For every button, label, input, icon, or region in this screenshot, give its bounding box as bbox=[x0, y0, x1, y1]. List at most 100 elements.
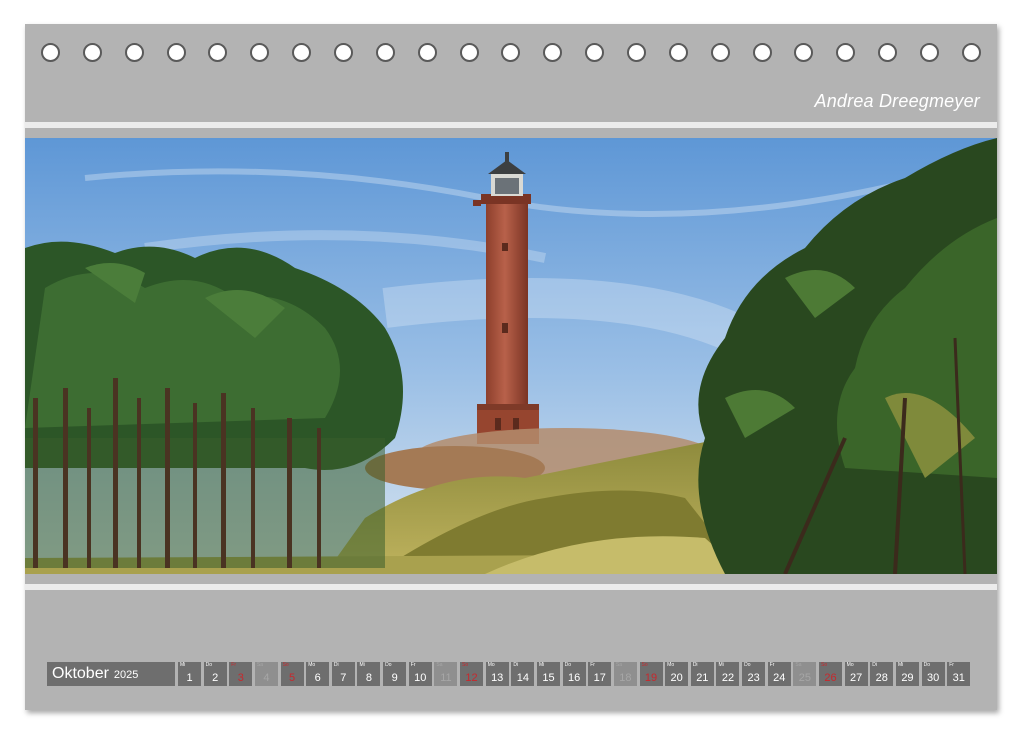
day-number: 3 bbox=[237, 672, 244, 684]
ring-hole-icon bbox=[82, 43, 102, 62]
day-weekday-abbr: Mi bbox=[359, 662, 365, 668]
day-cell: Mo 13 bbox=[485, 662, 509, 686]
day-weekday-abbr: Mi bbox=[538, 662, 545, 668]
day-weekday-abbr: Mo bbox=[308, 662, 316, 668]
day-weekday-abbr: Do bbox=[205, 662, 213, 668]
day-number: 2 bbox=[212, 672, 219, 684]
day-cell: Di 7 bbox=[331, 662, 355, 686]
day-number: 18 bbox=[619, 672, 632, 684]
calendar-page: Andrea Dreegmeyer Oktober 2025 Mi 1 Do 2… bbox=[25, 24, 997, 710]
ring-hole-icon bbox=[920, 43, 940, 62]
ring-hole-icon bbox=[836, 43, 856, 62]
day-number: 6 bbox=[314, 672, 321, 684]
spiral-binding bbox=[41, 43, 981, 63]
author-credit: Andrea Dreegmeyer bbox=[814, 91, 980, 111]
day-cell: Mi 8 bbox=[357, 662, 381, 686]
day-cell: Mi 29 bbox=[895, 662, 919, 686]
day-number: 23 bbox=[747, 672, 760, 684]
ring-hole-icon bbox=[459, 43, 479, 62]
ring-hole-icon bbox=[124, 43, 144, 62]
day-weekday-abbr: Sa bbox=[795, 662, 802, 668]
day-cell: Sa 18 bbox=[613, 662, 637, 686]
day-number: 4 bbox=[263, 672, 270, 684]
day-cell: So 5 bbox=[280, 662, 304, 686]
day-cell: Mi 22 bbox=[716, 662, 740, 686]
ring-hole-icon bbox=[292, 43, 312, 62]
day-weekday-abbr: Sa bbox=[256, 662, 264, 668]
day-number: 15 bbox=[542, 672, 555, 684]
landscape-illustration bbox=[25, 138, 997, 574]
ring-hole-icon bbox=[961, 43, 981, 62]
month-name: Oktober bbox=[52, 665, 109, 682]
day-cell: So 12 bbox=[460, 662, 484, 686]
day-weekday-abbr: Do bbox=[923, 662, 930, 668]
day-cell: Do 2 bbox=[203, 662, 227, 686]
lighthouse-photo bbox=[25, 138, 997, 574]
day-weekday-abbr: Di bbox=[513, 662, 519, 668]
day-cell: Mo 6 bbox=[306, 662, 330, 686]
day-weekday-abbr: Mi bbox=[897, 662, 904, 668]
day-cell: Fr 10 bbox=[408, 662, 432, 686]
day-weekday-abbr: Mo bbox=[667, 662, 675, 668]
day-weekday-abbr: So bbox=[641, 662, 648, 668]
day-number: 26 bbox=[824, 672, 837, 684]
ring-hole-icon bbox=[334, 43, 354, 62]
top-divider-stripe bbox=[25, 122, 997, 128]
day-weekday-abbr: Do bbox=[564, 662, 572, 668]
day-number: 16 bbox=[567, 672, 581, 684]
day-weekday-abbr: So bbox=[462, 662, 469, 668]
day-weekday-abbr: So bbox=[282, 662, 289, 668]
day-number: 21 bbox=[696, 672, 709, 684]
day-number: 13 bbox=[491, 672, 504, 684]
day-weekday-abbr: So bbox=[821, 662, 828, 668]
day-cell: Fr 3 bbox=[229, 662, 253, 686]
day-number: 19 bbox=[644, 672, 658, 684]
day-number: 7 bbox=[340, 672, 347, 684]
day-cell: Di 14 bbox=[511, 662, 535, 686]
day-number: 27 bbox=[850, 672, 863, 684]
day-cell: Mi 1 bbox=[178, 662, 201, 686]
day-cell: Di 28 bbox=[870, 662, 894, 686]
day-weekday-abbr: Fr bbox=[231, 662, 237, 668]
ring-hole-icon bbox=[375, 43, 395, 62]
day-cell: So 19 bbox=[639, 662, 663, 686]
ring-hole-icon bbox=[208, 43, 228, 62]
day-number: 8 bbox=[365, 672, 373, 684]
day-weekday-abbr: Di bbox=[333, 662, 339, 668]
day-cell: Do 30 bbox=[921, 662, 945, 686]
bottom-divider-stripe bbox=[25, 584, 997, 590]
day-number: 14 bbox=[516, 672, 529, 684]
ring-hole-icon bbox=[41, 43, 60, 62]
day-weekday-abbr: Fr bbox=[769, 662, 775, 668]
ring-hole-icon bbox=[417, 43, 437, 62]
day-cell: Fr 17 bbox=[588, 662, 612, 686]
day-number: 31 bbox=[952, 672, 965, 684]
ring-hole-icon bbox=[166, 43, 186, 62]
day-weekday-abbr: Mi bbox=[180, 662, 186, 668]
ring-hole-icon bbox=[668, 43, 688, 62]
day-weekday-abbr: Do bbox=[744, 662, 751, 668]
ring-hole-icon bbox=[585, 43, 605, 62]
day-cell: So 26 bbox=[819, 662, 843, 686]
ring-hole-icon bbox=[752, 43, 772, 62]
day-weekday-abbr: Fr bbox=[590, 662, 595, 668]
day-number: 30 bbox=[926, 672, 940, 684]
day-cell: Sa 11 bbox=[434, 662, 458, 686]
day-number: 29 bbox=[901, 672, 914, 684]
day-number: 5 bbox=[289, 672, 296, 684]
ring-hole-icon bbox=[501, 43, 521, 62]
day-number: 28 bbox=[875, 672, 888, 684]
day-number: 9 bbox=[391, 672, 398, 684]
day-weekday-abbr: Sa bbox=[436, 662, 443, 668]
day-cell: Mo 27 bbox=[844, 662, 868, 686]
day-weekday-abbr: Mo bbox=[487, 662, 495, 668]
day-number: 12 bbox=[465, 672, 478, 684]
day-weekday-abbr: Do bbox=[385, 662, 392, 668]
day-weekday-abbr: Sa bbox=[615, 662, 623, 668]
day-number: 25 bbox=[798, 672, 811, 684]
day-strip: Mi 1 Do 2 Fr 3 Sa 4 So 5 Mo 6 Di 7 Mi 8 Do 9 Fr 10 Sa 11 So 12 M… bbox=[178, 662, 973, 686]
day-cell: Di 21 bbox=[690, 662, 714, 686]
month-bar: Oktober 2025 Mi 1 Do 2 Fr 3 Sa 4 So 5 Mo 6 Di 7 Mi 8 Do 9… bbox=[47, 662, 973, 686]
day-cell: Do 23 bbox=[742, 662, 766, 686]
day-cell: Sa 25 bbox=[793, 662, 817, 686]
